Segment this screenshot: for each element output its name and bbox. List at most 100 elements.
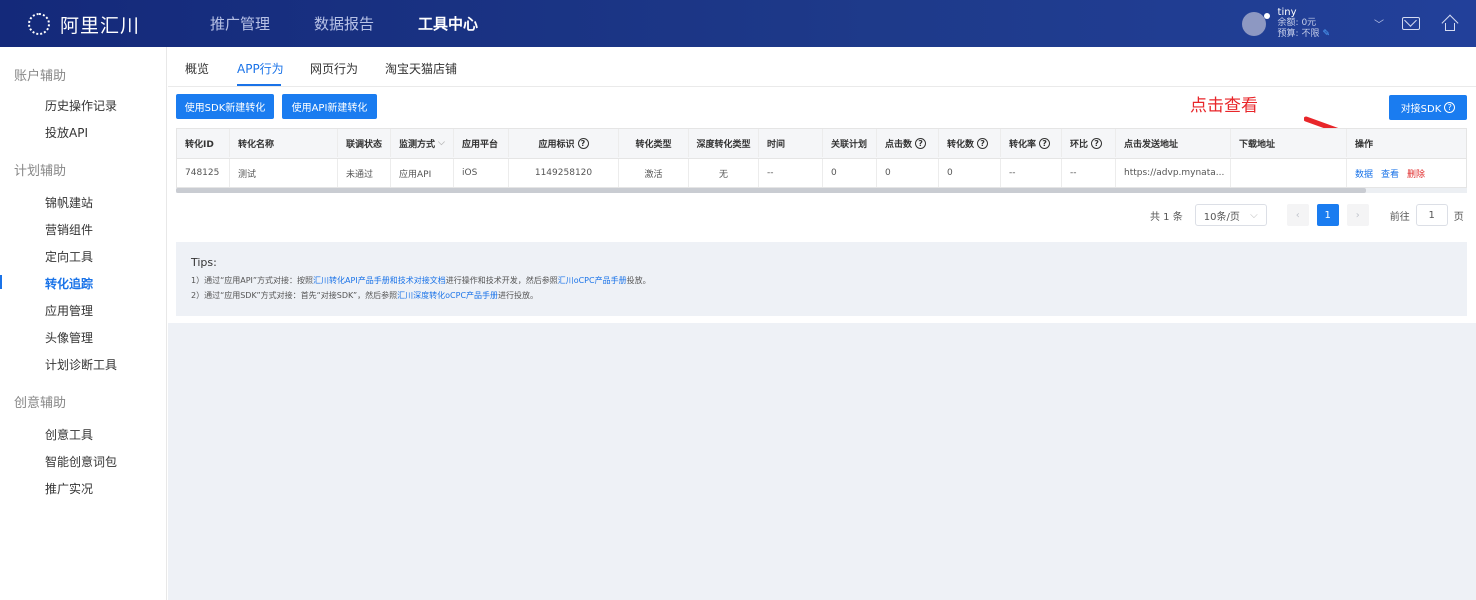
- mail-icon[interactable]: [1402, 17, 1420, 30]
- top-navigation-bar: 阿里汇川 推广管理 数据报告 工具中心 tiny 余额: 0元 预算: 不限 ✎ …: [0, 0, 1476, 47]
- annotation-text: 点击查看: [1190, 96, 1258, 116]
- content-panel: 概览 APP行为 网页行为 淘宝天猫店铺 使用SDK新建转化 使用API新建转化…: [168, 47, 1476, 323]
- help-icon[interactable]: ?: [977, 137, 989, 149]
- col-header: 关联计划: [823, 129, 877, 157]
- active-tab-indicator: [237, 84, 281, 86]
- col-header: 点击数?: [877, 129, 939, 157]
- col-header: 应用标识?: [509, 129, 619, 157]
- sidebar-item-api[interactable]: 投放API: [45, 124, 88, 141]
- sidebar-item-app-management[interactable]: 应用管理: [45, 302, 93, 319]
- sidebar-item-targeting-tool[interactable]: 定向工具: [45, 248, 93, 265]
- data-link[interactable]: 数据: [1355, 167, 1373, 180]
- tips-text: 进行操作和技术开发，然后参照: [445, 276, 558, 285]
- pagination-total: 共 1 条: [1150, 211, 1183, 223]
- home-icon[interactable]: [1441, 14, 1459, 32]
- user-budget: 预算: 不限: [1277, 29, 1320, 39]
- sidebar-item-history[interactable]: 历史操作记录: [45, 97, 117, 114]
- conversion-table: 转化ID 转化名称 联调状态 监测方式 ⌵ 应用平台 应用标识? 转化类型 深度转…: [176, 128, 1467, 193]
- tips-text: 进行投放。: [498, 291, 539, 300]
- cell-conversion-type: 激活: [619, 159, 689, 187]
- help-icon[interactable]: ?: [1091, 137, 1103, 149]
- goto-label: 前往: [1389, 211, 1410, 223]
- edit-pencil-icon[interactable]: ✎: [1322, 29, 1330, 39]
- main-content: 概览 APP行为 网页行为 淘宝天猫店铺 使用SDK新建转化 使用API新建转化…: [168, 47, 1476, 600]
- sidebar-item-creative-tools[interactable]: 创意工具: [45, 426, 93, 443]
- logo-text: 阿里汇川: [60, 14, 141, 37]
- tips-line-2: 2）通过“应用SDK”方式对接：首先“对接SDK”，然后参照汇川深度转化oCPC…: [191, 288, 1452, 303]
- horizontal-scrollbar[interactable]: [176, 188, 1366, 193]
- create-api-conversion-button[interactable]: 使用API新建转化: [282, 94, 377, 119]
- tips-line-1: 1）通过“应用API”方式对接：按照汇川转化API产品手册和技术对接文档进行操作…: [191, 273, 1452, 288]
- logo-icon: [28, 13, 50, 35]
- cell-clicks: 0: [877, 159, 939, 187]
- cell-actions: 数据 查看 删除: [1347, 159, 1447, 187]
- col-header-label: 转化率: [1009, 139, 1037, 150]
- sidebar-group-account: 账户辅助: [14, 69, 67, 84]
- sidebar-item-promotion-preview[interactable]: 推广实况: [45, 480, 93, 497]
- sidebar-item-avatar-management[interactable]: 头像管理: [45, 329, 93, 346]
- tips-title: Tips:: [191, 256, 217, 269]
- help-icon[interactable]: ?: [1039, 137, 1051, 149]
- sidebar-item-smart-creative-words[interactable]: 智能创意词包: [45, 453, 117, 470]
- tab-app-behavior[interactable]: APP行为: [237, 60, 284, 77]
- cell-platform: iOS: [454, 159, 509, 187]
- page-button[interactable]: 1: [1316, 204, 1339, 226]
- help-icon[interactable]: ?: [915, 137, 927, 149]
- goto-page-input[interactable]: 1: [1415, 204, 1448, 226]
- col-header: 转化ID: [177, 129, 230, 157]
- cell-linked-plans: 0: [823, 159, 877, 187]
- nav-item-promotion[interactable]: 推广管理: [210, 13, 270, 34]
- api-doc-link[interactable]: 汇川转化API产品手册和技术对接文档: [313, 276, 446, 285]
- next-page-button[interactable]: ›: [1346, 204, 1369, 226]
- page-size-select[interactable]: 10条/页 ⌵: [1194, 204, 1267, 226]
- col-header: 转化名称: [230, 129, 338, 157]
- user-area: tiny 余额: 0元 预算: 不限 ✎ ﹀: [1241, 0, 1459, 47]
- prev-page-button[interactable]: ‹: [1286, 204, 1309, 226]
- cell-monitor-method: 应用API: [391, 159, 454, 187]
- chevron-down-icon[interactable]: ﹀: [1374, 16, 1384, 31]
- col-header: 时间: [759, 129, 823, 157]
- cell-time: --: [759, 159, 823, 187]
- col-header: 应用平台: [454, 129, 509, 157]
- tips-box: Tips: 1）通过“应用API”方式对接：按照汇川转化API产品手册和技术对接…: [176, 242, 1467, 316]
- cell-debug-status: 未通过: [338, 159, 391, 187]
- sidebar-item-site-builder[interactable]: 锦帆建站: [45, 194, 93, 211]
- nav-item-reports[interactable]: 数据报告: [314, 13, 374, 34]
- sidebar-group-creative: 创意辅助: [14, 396, 67, 411]
- tab-overview[interactable]: 概览: [185, 60, 209, 77]
- tips-text: 1）通过“应用API”方式对接：按照: [191, 276, 314, 285]
- cell-id: 748125: [177, 159, 230, 187]
- col-header: 深度转化类型: [689, 129, 759, 157]
- view-link[interactable]: 查看: [1381, 167, 1399, 180]
- delete-link[interactable]: 删除: [1407, 167, 1425, 180]
- tips-text: 投放。: [626, 276, 651, 285]
- tab-web-behavior[interactable]: 网页行为: [310, 60, 358, 77]
- filter-icon[interactable]: ⌵: [438, 138, 445, 148]
- deep-ocpc-manual-link[interactable]: 汇川深度转化oCPC产品手册: [397, 291, 498, 300]
- nav-item-tools[interactable]: 工具中心: [418, 13, 478, 34]
- col-header: 环比?: [1062, 129, 1116, 157]
- create-sdk-conversion-button[interactable]: 使用SDK新建转化: [176, 94, 274, 119]
- col-header[interactable]: 监测方式 ⌵: [391, 129, 454, 157]
- col-header: 联调状态: [338, 129, 391, 157]
- tab-bar: 概览 APP行为 网页行为 淘宝天猫店铺: [168, 47, 1476, 87]
- cell-app-id: 1149258120: [509, 159, 619, 187]
- table-row: 748125 测试 未通过 应用API iOS 1149258120 激活 无 …: [176, 158, 1467, 188]
- col-header-label: 环比: [1070, 139, 1089, 150]
- col-header: 点击发送地址: [1116, 129, 1231, 157]
- sidebar-item-marketing-components[interactable]: 营销组件: [45, 221, 93, 238]
- chevron-down-icon: ⌵: [1250, 209, 1258, 221]
- cell-download-url: [1231, 159, 1347, 187]
- sidebar: 账户辅助 历史操作记录 投放API 计划辅助 锦帆建站 营销组件 定向工具 转化…: [0, 47, 167, 600]
- connect-sdk-label: 对接SDK: [1400, 104, 1442, 115]
- user-info: tiny 余额: 0元 预算: 不限 ✎: [1278, 7, 1330, 40]
- tab-taobao-store[interactable]: 淘宝天猫店铺: [385, 60, 457, 77]
- logo[interactable]: 阿里汇川: [28, 12, 141, 37]
- cell-conversions: 0: [939, 159, 1001, 187]
- ocpc-manual-link[interactable]: 汇川oCPC产品手册: [558, 276, 627, 285]
- avatar[interactable]: [1241, 11, 1270, 36]
- sidebar-item-plan-diagnosis[interactable]: 计划诊断工具: [45, 356, 117, 373]
- status-dot-icon: [1263, 12, 1270, 19]
- sidebar-item-conversion-tracking[interactable]: 转化追踪: [45, 275, 93, 292]
- help-icon[interactable]: ?: [577, 137, 589, 149]
